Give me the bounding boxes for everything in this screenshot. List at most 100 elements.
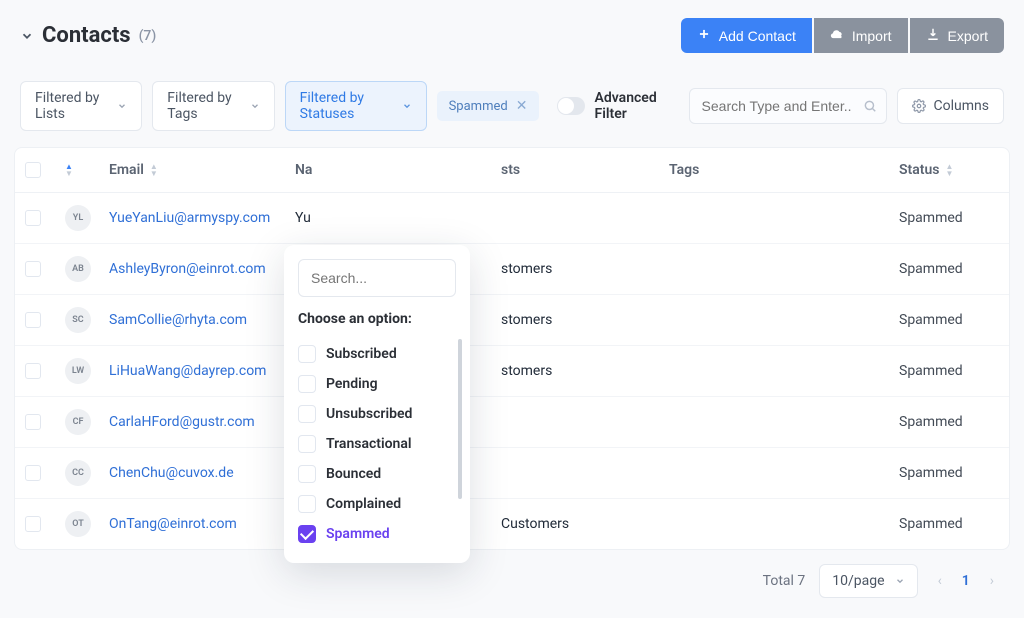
checkbox[interactable] — [298, 465, 316, 483]
contact-email[interactable]: OnTang@einrot.com — [109, 516, 295, 532]
column-lists: sts — [501, 162, 669, 178]
checkbox[interactable] — [298, 405, 316, 423]
export-button[interactable]: Export — [910, 18, 1004, 53]
row-checkbox[interactable] — [25, 261, 41, 277]
table-row[interactable]: AB AshleyByron@einrot.com As stomers Spa… — [15, 244, 1009, 295]
option-label: Unsubscribed — [326, 406, 412, 422]
checkbox[interactable] — [298, 375, 316, 393]
contact-name: Yu — [295, 210, 501, 226]
filter-chip-spammed[interactable]: Spammed ✕ — [437, 91, 540, 121]
row-checkbox[interactable] — [25, 363, 41, 379]
collapse-icon[interactable] — [20, 29, 34, 43]
search-input[interactable] — [689, 88, 887, 124]
avatar: YL — [65, 205, 91, 231]
page-size-select[interactable]: 10/page — [819, 564, 917, 598]
chevron-down-icon — [402, 101, 412, 111]
contact-status: Spammed — [899, 516, 1009, 532]
scrollbar[interactable] — [458, 339, 462, 499]
current-page[interactable]: 1 — [962, 573, 970, 589]
status-option[interactable]: Bounced — [298, 459, 456, 489]
checkbox[interactable] — [298, 435, 316, 453]
avatar: CC — [65, 460, 91, 486]
contact-email[interactable]: LiHuaWang@dayrep.com — [109, 363, 295, 379]
contact-email[interactable]: SamCollie@rhyta.com — [109, 312, 295, 328]
total-label: Total 7 — [763, 573, 806, 589]
contact-lists: stomers — [501, 312, 669, 328]
page-title: Contacts — [42, 23, 131, 48]
cloud-upload-icon — [830, 27, 844, 44]
sort-icon[interactable]: ▲▼ — [945, 164, 953, 177]
dropdown-label: Choose an option: — [298, 311, 456, 327]
table-row[interactable]: CC ChenChu@cuvox.de Chen Chu Spammed — [15, 448, 1009, 499]
avatar: SC — [65, 307, 91, 333]
add-contact-button[interactable]: Add Contact — [681, 18, 812, 53]
columns-button[interactable]: Columns — [897, 88, 1004, 124]
status-option[interactable]: Complained — [298, 489, 456, 519]
avatar: LW — [65, 358, 91, 384]
download-icon — [926, 27, 940, 44]
dropdown-search-input[interactable] — [298, 259, 456, 297]
status-option[interactable]: Pending — [298, 369, 456, 399]
gear-icon — [912, 99, 926, 113]
contact-lists: stomers — [501, 363, 669, 379]
close-icon[interactable]: ✕ — [516, 98, 528, 114]
checkbox[interactable] — [298, 495, 316, 513]
contact-lists: Customers — [501, 516, 669, 532]
contact-lists: stomers — [501, 261, 669, 277]
option-label: Bounced — [326, 466, 381, 482]
checkbox[interactable] — [298, 345, 316, 363]
table-row[interactable]: YL YueYanLiu@armyspy.com Yu Spammed — [15, 193, 1009, 244]
status-option[interactable]: Subscribed — [298, 339, 456, 369]
status-option[interactable]: Transactional — [298, 429, 456, 459]
filter-statuses-button[interactable]: Filtered by Statuses — [285, 81, 427, 131]
plus-icon — [697, 27, 711, 44]
advanced-filter-label: Advanced Filter — [595, 90, 673, 122]
table-row[interactable]: LW LiHuaWang@dayrep.com Li stomers Spamm… — [15, 346, 1009, 397]
contacts-table: ▲▼ Email ▲▼ Na sts Tags Status ▲▼ YL Yue… — [14, 147, 1010, 550]
chevron-down-icon — [895, 576, 905, 586]
table-footer: Total 7 10/page ‹ 1 › — [0, 550, 1024, 618]
column-email[interactable]: Email ▲▼ — [109, 162, 295, 178]
advanced-filter-toggle[interactable] — [557, 97, 584, 115]
import-button[interactable]: Import — [814, 18, 908, 53]
contact-email[interactable]: ChenChu@cuvox.de — [109, 465, 295, 481]
avatar: CF — [65, 409, 91, 435]
row-checkbox[interactable] — [25, 312, 41, 328]
sort-icon[interactable]: ▲▼ — [65, 164, 73, 177]
filter-bar: Filtered by Lists Filtered by Tags Filte… — [0, 71, 1024, 147]
search-icon[interactable] — [863, 99, 877, 113]
contact-status: Spammed — [899, 363, 1009, 379]
table-row[interactable]: OT OnTang@einrot.com On Tang Customers S… — [15, 499, 1009, 549]
column-name[interactable]: Na — [295, 162, 501, 178]
row-checkbox[interactable] — [25, 210, 41, 226]
contact-email[interactable]: CarlaHFord@gustr.com — [109, 414, 295, 430]
option-label: Spammed — [326, 526, 390, 542]
column-status[interactable]: Status ▲▼ — [899, 162, 1009, 178]
sort-icon[interactable]: ▲▼ — [150, 164, 158, 177]
row-checkbox[interactable] — [25, 516, 41, 532]
contact-status: Spammed — [899, 261, 1009, 277]
page-header: Contacts (7) Add Contact Import Export — [0, 0, 1024, 71]
contact-email[interactable]: AshleyByron@einrot.com — [109, 261, 295, 277]
table-row[interactable]: CF CarlaHFord@gustr.com Ca Spammed — [15, 397, 1009, 448]
checkbox[interactable] — [298, 525, 316, 543]
status-option[interactable]: Spammed — [298, 519, 456, 549]
column-tags: Tags — [669, 162, 899, 178]
contacts-count: (7) — [139, 28, 157, 44]
filter-tags-button[interactable]: Filtered by Tags — [152, 81, 274, 131]
contact-email[interactable]: YueYanLiu@armyspy.com — [109, 210, 295, 226]
status-option[interactable]: Unsubscribed — [298, 399, 456, 429]
row-checkbox[interactable] — [25, 414, 41, 430]
status-filter-dropdown: Choose an option: Subscribed Pending Unsub… — [284, 245, 470, 563]
select-all-checkbox[interactable] — [25, 162, 41, 178]
filter-lists-button[interactable]: Filtered by Lists — [20, 81, 142, 131]
option-label: Pending — [326, 376, 378, 392]
option-label: Subscribed — [326, 346, 397, 362]
contact-status: Spammed — [899, 465, 1009, 481]
table-row[interactable]: SC SamCollie@rhyta.com Sa stomers Spamme… — [15, 295, 1009, 346]
row-checkbox[interactable] — [25, 465, 41, 481]
next-page-button[interactable]: › — [984, 573, 1000, 589]
chevron-down-icon — [117, 101, 127, 111]
option-label: Complained — [326, 496, 401, 512]
prev-page-button[interactable]: ‹ — [932, 573, 948, 589]
